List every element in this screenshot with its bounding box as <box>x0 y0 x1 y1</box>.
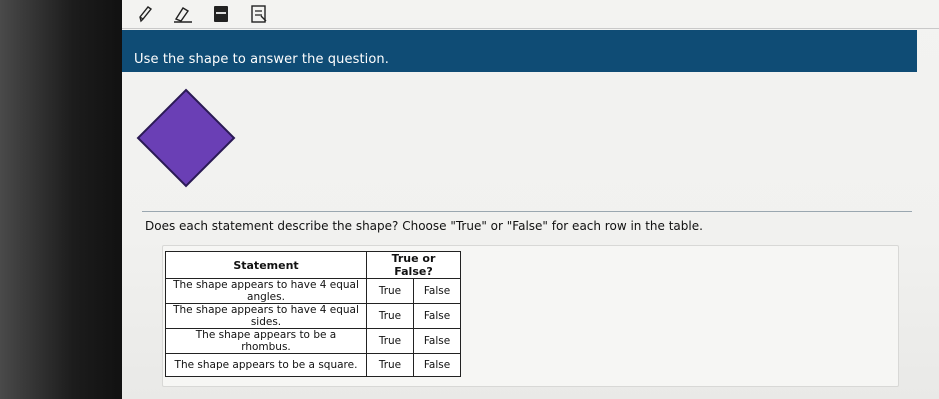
header-statement: Statement <box>165 251 367 279</box>
toolbar <box>122 0 939 29</box>
false-option[interactable]: False <box>413 353 461 377</box>
table-row: The shape appears to have 4 equal angles… <box>165 278 461 304</box>
prompt-text: Use the shape to answer the question. <box>134 52 389 67</box>
statement-cell: The shape appears to be a square. <box>165 353 367 377</box>
true-option[interactable]: True <box>366 328 414 354</box>
question-text: Does each statement describe the shape? … <box>145 219 703 233</box>
monitor-bezel <box>0 0 122 399</box>
calculator-icon[interactable] <box>210 4 232 24</box>
eraser-icon[interactable] <box>172 4 194 24</box>
true-option[interactable]: True <box>366 278 414 304</box>
false-option[interactable]: False <box>413 303 461 329</box>
false-option[interactable]: False <box>413 278 461 304</box>
diamond-shape <box>136 88 236 188</box>
true-option[interactable]: True <box>366 303 414 329</box>
table-panel: Statement True or False? The shape appea… <box>162 245 899 387</box>
header-true-false: True or False? <box>366 251 461 279</box>
shape-area <box>122 72 917 212</box>
screen: Use the shape to answer the question. Do… <box>122 0 939 399</box>
statement-cell: The shape appears to have 4 equal angles… <box>165 278 367 304</box>
table-row: The shape appears to be a square. True F… <box>165 353 461 377</box>
table-row: The shape appears to be a rhombus. True … <box>165 328 461 354</box>
notepad-icon[interactable] <box>248 4 270 24</box>
false-option[interactable]: False <box>413 328 461 354</box>
prompt-bar: Use the shape to answer the question. <box>122 30 917 72</box>
statement-table: Statement True or False? The shape appea… <box>165 251 461 377</box>
statement-cell: The shape appears to be a rhombus. <box>165 328 367 354</box>
true-option[interactable]: True <box>366 353 414 377</box>
divider <box>142 211 912 212</box>
statement-cell: The shape appears to have 4 equal sides. <box>165 303 367 329</box>
table-row: The shape appears to have 4 equal sides.… <box>165 303 461 329</box>
pencil-icon[interactable] <box>134 4 156 24</box>
